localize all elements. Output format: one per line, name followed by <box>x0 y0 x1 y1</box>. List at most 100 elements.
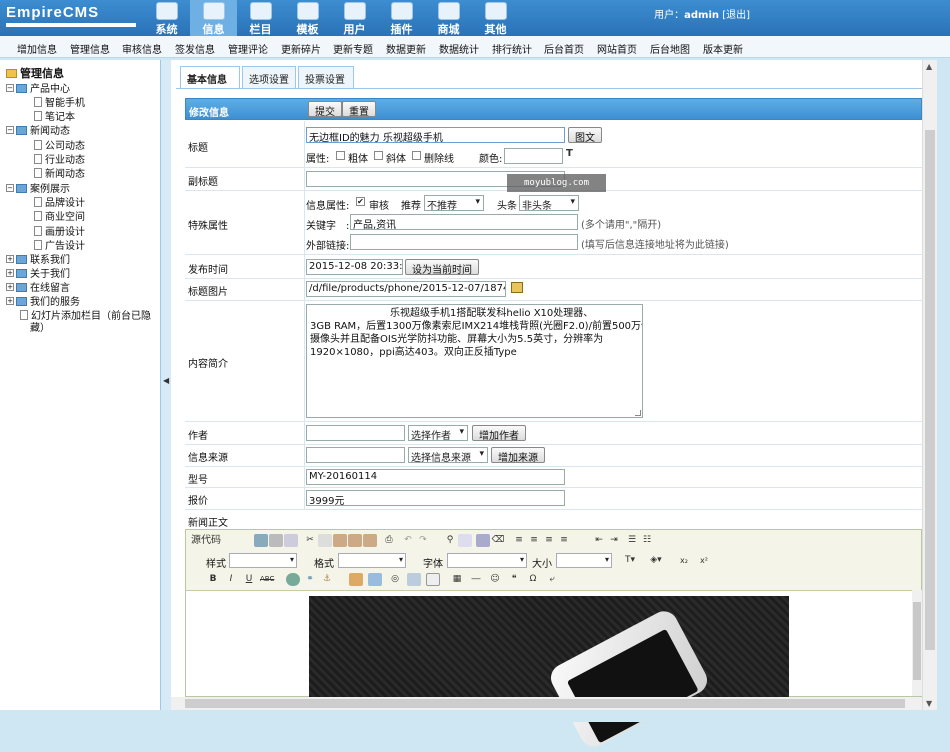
summary-textarea[interactable]: 乐视超级手机1搭配联发科helio X10处理器、 3GB RAM，后置1300… <box>306 304 643 418</box>
align-right-icon[interactable]: ≡ <box>542 534 556 547</box>
cut-icon[interactable]: ✂ <box>303 534 317 547</box>
topnav-user[interactable]: 用户 <box>331 0 378 36</box>
expand-icon[interactable]: + <box>6 283 14 291</box>
align-center-icon[interactable]: ≡ <box>527 534 541 547</box>
strikethrough-icon[interactable]: ABC <box>260 573 274 586</box>
paste-word-icon[interactable] <box>363 534 377 547</box>
undo-icon[interactable]: ↶ <box>401 534 415 547</box>
unlink-icon[interactable]: ⚭ <box>303 573 317 586</box>
smiley-icon[interactable]: ☺ <box>488 573 502 586</box>
quote-icon[interactable]: ❝ <box>507 573 521 586</box>
subscript-icon[interactable]: x₂ <box>677 554 691 567</box>
titlepic-input[interactable]: /d/file/products/phone/2015-12-07/1874fd… <box>306 281 506 297</box>
tree-item[interactable]: 行业动态 <box>34 151 85 166</box>
text-color-icon[interactable]: T▾ <box>620 554 640 567</box>
image-icon[interactable] <box>349 573 363 586</box>
tree-item[interactable]: 笔记本 <box>34 108 75 123</box>
file-icon[interactable] <box>407 573 421 586</box>
tree-item[interactable]: 公司动态 <box>34 137 85 152</box>
print-icon[interactable]: ⎙ <box>382 534 396 547</box>
eraser-icon[interactable]: ⌫ <box>491 534 505 547</box>
topnav-plugin[interactable]: 插件 <box>378 0 425 36</box>
subnav-update-fragment[interactable]: 更新碎片 <box>281 41 321 56</box>
tree-item[interactable]: + 我们的服务 <box>6 293 80 308</box>
strike-checkbox[interactable] <box>412 151 421 160</box>
replace-icon[interactable] <box>458 534 472 547</box>
link-input[interactable] <box>350 234 578 250</box>
topnav-info[interactable]: 信息 <box>190 0 237 36</box>
collapse-icon[interactable]: − <box>6 126 14 134</box>
source-code-button[interactable]: 源代码 <box>191 534 235 547</box>
subnav-admin-home[interactable]: 后台首页 <box>544 41 584 56</box>
hr-icon[interactable]: ― <box>469 573 483 586</box>
preview-icon[interactable] <box>284 534 298 547</box>
select-all-icon[interactable] <box>476 534 490 547</box>
scroll-up-icon[interactable]: ▲ <box>926 62 932 71</box>
tree-item[interactable]: − 产品中心 <box>6 80 70 95</box>
bold-checkbox[interactable] <box>336 151 345 160</box>
media-icon[interactable]: ◎ <box>388 573 402 586</box>
scroll-down-icon[interactable]: ▼ <box>926 699 932 708</box>
table-icon[interactable]: ▦ <box>450 573 464 586</box>
redo-icon[interactable]: ↷ <box>416 534 430 547</box>
source-select[interactable]: 选择信息来源 <box>408 447 488 464</box>
subnav-manage-comment[interactable]: 管理评论 <box>228 41 268 56</box>
tree-item[interactable]: 新闻动态 <box>34 165 85 180</box>
source-input[interactable] <box>306 447 405 463</box>
outdent-icon[interactable]: ⇤ <box>592 534 606 547</box>
expand-icon[interactable]: + <box>6 255 14 263</box>
subnav-add-info[interactable]: 增加信息 <box>17 41 57 56</box>
horizontal-scrollbar[interactable] <box>171 697 922 710</box>
collapse-icon[interactable]: − <box>6 184 14 192</box>
author-input[interactable] <box>306 425 405 441</box>
subnav-sign-info[interactable]: 签发信息 <box>175 41 215 56</box>
flash-icon[interactable] <box>368 573 382 586</box>
save-icon[interactable] <box>254 534 268 547</box>
numbered-list-icon[interactable]: ☰ <box>625 534 639 547</box>
subnav-data-update[interactable]: 数据更新 <box>386 41 426 56</box>
image-text-button[interactable]: 图文 <box>568 127 602 144</box>
reset-button[interactable]: 重置 <box>342 101 376 118</box>
keyword-input[interactable]: 产品,资讯 <box>350 214 578 230</box>
tree-root[interactable]: 管理信息 <box>6 65 64 81</box>
submit-button[interactable]: 提交 <box>308 101 342 118</box>
resize-grip-icon[interactable] <box>635 410 641 416</box>
vertical-scrollbar[interactable]: ▲ ▼ <box>922 60 937 710</box>
tree-item[interactable]: + 在线留言 <box>6 279 70 294</box>
align-justify-icon[interactable]: ≡ <box>557 534 571 547</box>
add-author-button[interactable]: 增加作者 <box>472 425 526 442</box>
topnav-other[interactable]: 其他 <box>472 0 519 36</box>
expand-icon[interactable]: + <box>6 269 14 277</box>
color-picker-icon[interactable]: T <box>566 148 573 159</box>
image-select-icon[interactable] <box>511 282 523 293</box>
collapse-icon[interactable]: − <box>6 84 14 92</box>
anchor-icon[interactable]: ⚓ <box>320 573 334 586</box>
format-select[interactable] <box>338 553 406 568</box>
underline-icon[interactable]: U <box>242 573 256 586</box>
size-select[interactable] <box>556 553 612 568</box>
pubtime-input[interactable]: 2015-12-08 20:33:22 <box>306 259 403 275</box>
tab-basic-info[interactable]: 基本信息 <box>180 66 240 88</box>
paste-icon[interactable] <box>333 534 347 547</box>
special-char-icon[interactable]: Ω <box>526 573 540 586</box>
italic-icon[interactable]: I <box>224 573 238 586</box>
subnav-manage-info[interactable]: 管理信息 <box>70 41 110 56</box>
page-icon[interactable] <box>426 573 440 586</box>
content-image[interactable] <box>309 596 789 752</box>
font-select[interactable] <box>447 553 527 568</box>
sidebar-splitter[interactable]: ◀ <box>161 60 171 710</box>
tree-item[interactable]: 品牌设计 <box>34 194 85 209</box>
subnav-version-update[interactable]: 版本更新 <box>703 41 743 56</box>
subnav-audit-info[interactable]: 审核信息 <box>122 41 162 56</box>
rich-text-editor[interactable]: 源代码 ✂ ⎙ ↶ ↷ ⚲ ⌫ ≡ ≡ ≡ ≡ ⇤ ⇥ ☰ ☷ 样式 格式 字体… <box>185 529 922 752</box>
tree-item[interactable]: − 新闻动态 <box>6 122 70 137</box>
style-select[interactable] <box>229 553 297 568</box>
collapse-arrow-icon[interactable]: ◀ <box>163 376 169 385</box>
topnav-template[interactable]: 模板 <box>284 0 331 36</box>
paste-text-icon[interactable] <box>348 534 362 547</box>
superscript-icon[interactable]: x² <box>697 554 711 567</box>
tree-item[interactable]: 画册设计 <box>34 223 85 238</box>
editor-scrollbar[interactable] <box>912 590 922 696</box>
tab-options[interactable]: 选项设置 <box>242 66 296 88</box>
tree-item[interactable]: + 联系我们 <box>6 251 70 266</box>
